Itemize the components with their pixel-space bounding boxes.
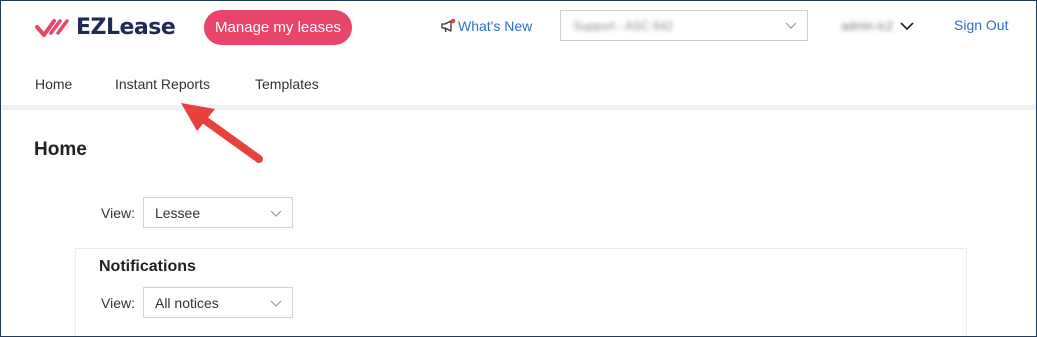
view-select[interactable]: Lessee — [142, 197, 293, 228]
user-menu[interactable]: admin-lc2 — [841, 16, 914, 36]
whats-new-label: What's New — [458, 18, 533, 34]
notifications-view-label: View: — [101, 294, 135, 311]
header-divider — [1, 105, 1036, 110]
main-tabs: Home Instant Reports Templates — [1, 61, 1036, 110]
view-filter-row: View: Lessee — [101, 197, 293, 228]
notifications-view-select[interactable]: All notices — [142, 287, 293, 318]
notifications-view-row: View: All notices — [101, 287, 293, 318]
chevron-down-icon — [900, 22, 914, 31]
ezlease-logo[interactable]: EZLease — [35, 14, 176, 40]
logo-checkmark-icon — [35, 19, 69, 37]
organization-select-value: Support - ASC 842 — [573, 18, 674, 33]
whats-new-link[interactable]: What's New — [440, 16, 532, 36]
top-header: EZLease Manage my leases What's New Supp… — [1, 1, 1036, 110]
app-window: EZLease Manage my leases What's New Supp… — [0, 0, 1037, 337]
chevron-down-icon — [270, 300, 282, 307]
logo-text: EZLease — [76, 14, 176, 40]
view-label: View: — [101, 204, 135, 221]
notifications-title: Notifications — [99, 258, 196, 275]
user-name: admin-lc2 — [841, 19, 894, 33]
megaphone-icon — [441, 18, 456, 33]
tab-home[interactable]: Home — [35, 76, 72, 92]
page-title: Home — [34, 139, 87, 160]
tab-instant-reports[interactable]: Instant Reports — [115, 76, 210, 92]
organization-select[interactable]: Support - ASC 842 — [560, 10, 808, 41]
chevron-down-icon — [785, 22, 797, 29]
sign-out-link[interactable]: Sign Out — [954, 17, 1008, 33]
chevron-down-icon — [270, 210, 282, 217]
view-select-value: Lessee — [154, 204, 201, 221]
tab-templates[interactable]: Templates — [255, 76, 319, 92]
annotation-arrow-icon — [181, 103, 263, 163]
manage-leases-button[interactable]: Manage my leases — [204, 10, 352, 45]
notifications-view-select-value: All notices — [154, 294, 219, 311]
